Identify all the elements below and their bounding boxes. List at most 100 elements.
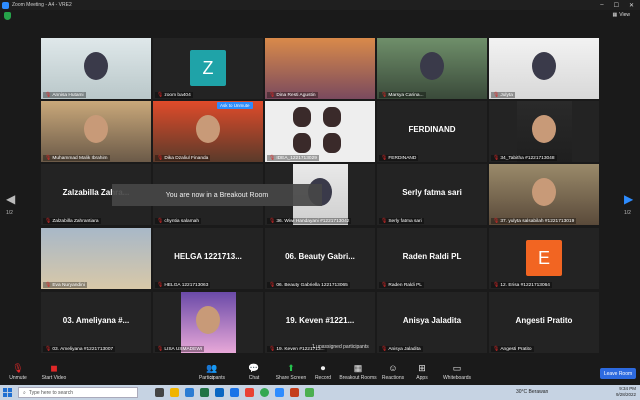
apps-button[interactable]: ⊞ Apps xyxy=(402,363,442,381)
app-green-icon[interactable] xyxy=(305,388,314,397)
participant-name-large: Angesti Pratito xyxy=(515,316,573,325)
leave-room-button[interactable]: Leave Room xyxy=(600,368,636,379)
participant-name: FERDINAND xyxy=(388,155,417,161)
maximize-icon[interactable]: ☐ xyxy=(614,2,619,9)
participant-name-label: 🎙 Muhammad Malik Ibrahim xyxy=(43,155,110,161)
apps-icon: ⊞ xyxy=(418,363,426,373)
participant-name-label: 🎙 HELGA 1221713063 xyxy=(155,282,211,288)
participant-name-large: 06. Beauty Gabri... xyxy=(285,252,355,261)
participant-name-large: 19. Keven #1221... xyxy=(285,316,355,325)
participant-tile[interactable]: 🎙 Dika Dzaliul Finanda xyxy=(153,101,263,162)
unmute-button[interactable]: 🎙 Unmute xyxy=(0,363,38,381)
participants-button[interactable]: 👥27 Participants xyxy=(192,363,232,381)
record-button[interactable]: ⏺ Record xyxy=(303,363,343,381)
chevron-left-icon: ◀ xyxy=(6,192,16,206)
next-page-button[interactable]: ▶ 1/2 xyxy=(624,190,636,216)
participant-name: 03. Ameliyana #1221713007 xyxy=(52,346,114,352)
participant-tile[interactable]: Anisya Jaladita 🎙 Anisya Jaladita xyxy=(377,292,487,353)
ask-to-unmute-button[interactable]: Ask to Unmute xyxy=(217,102,253,109)
participant-name-label: 🎙 chyntia salamah xyxy=(155,218,202,224)
participant-avatar: Z xyxy=(190,50,226,86)
participant-tile[interactable]: 06. Beauty Gabri... 🎙 06. Beauty Gabriella… xyxy=(265,228,375,289)
participant-tile[interactable]: 🎙 LISA USMADEWI xyxy=(153,292,263,353)
participant-name-label: 🎙 LISA USMADEWI xyxy=(155,346,205,352)
participant-name: 36. Wiwi Handayani #1221713042 xyxy=(276,218,350,224)
participant-name-large: 03. Ameliyana #... xyxy=(62,316,130,325)
muted-mic-icon: 🎙 xyxy=(45,92,52,98)
window-controls: – ☐ ✕ xyxy=(600,2,634,9)
security-shield-icon[interactable] xyxy=(4,12,11,20)
participant-tile[interactable]: 🎙 IDEA_1221713029 xyxy=(265,101,375,162)
powerpoint-icon[interactable] xyxy=(290,388,299,397)
participant-name: Dika Dzaliul Finanda xyxy=(164,155,209,161)
chat-button[interactable]: 💬 Chat xyxy=(234,363,274,381)
participant-video xyxy=(265,38,375,99)
muted-mic-icon: 🎙 xyxy=(381,92,388,98)
share-screen-icon: ⬆ xyxy=(287,363,295,373)
participant-tile[interactable]: Raden Raldi PL 🎙 Raden Raldi PL xyxy=(377,228,487,289)
app-red-icon[interactable] xyxy=(245,388,254,397)
excel-icon[interactable] xyxy=(200,388,209,397)
participant-tile[interactable]: Z 🎙 zoom ba404 xyxy=(153,38,263,99)
participant-tile[interactable]: 🎙 Dina Resti Agustin xyxy=(265,38,375,99)
start-video-button[interactable]: ◼ Start Video xyxy=(34,363,74,381)
participant-tile[interactable]: E 🎙 12. Erisa #1221713064 xyxy=(489,228,599,289)
close-icon[interactable]: ✕ xyxy=(629,2,634,9)
store-icon[interactable] xyxy=(215,388,224,397)
participant-face xyxy=(323,133,341,153)
reactions-icon: ☺ xyxy=(388,363,398,373)
meeting-toolbar: 🎙 Unmute ◼ Start Video 👥27 Participants … xyxy=(0,361,640,385)
title-bar: Zoom Meeting - A4 - VRE2 – ☐ ✕ xyxy=(0,0,640,10)
participant-name-label: 🎙 03. Ameliyana #1221713007 xyxy=(43,346,116,352)
participant-tile[interactable]: 🎙 37. yulyta salsabilah #1221713019 xyxy=(489,164,599,225)
file-explorer-icon[interactable] xyxy=(170,388,179,397)
muted-mic-icon: 🎙 xyxy=(157,92,164,98)
participant-face xyxy=(420,52,444,80)
task-view-icon[interactable] xyxy=(155,388,164,397)
muted-mic-icon: 🎙 xyxy=(493,346,500,352)
participant-name-label: 🎙 Zalzabilla Zahrantiara xyxy=(43,218,101,224)
participant-tile[interactable]: 🎙 Eva Nuryandini xyxy=(41,228,151,289)
participant-name: Marsya Carina... xyxy=(388,92,424,98)
chevron-right-icon: ▶ xyxy=(624,192,634,206)
participant-name: Eva Nuryandini xyxy=(52,282,85,288)
participant-tile[interactable]: Serly fatma sari 🎙 Serly fatma sari xyxy=(377,164,487,225)
participant-name-large: Anisya Jaladita xyxy=(402,316,462,325)
participant-tile[interactable]: 🎙 Marsya Carina... xyxy=(377,38,487,99)
edge-icon[interactable] xyxy=(230,388,239,397)
previous-page-button[interactable]: ◀ 1/2 xyxy=(6,190,18,216)
chrome-icon[interactable] xyxy=(260,388,269,397)
participant-tile[interactable]: 🎙 34_Tabitha #1221713048 xyxy=(489,101,599,162)
zoom-taskbar-icon[interactable] xyxy=(275,388,284,397)
weather-widget[interactable]: 30°C Berawan xyxy=(516,389,548,395)
muted-mic-icon: 🎙 xyxy=(269,282,276,288)
participant-tile[interactable]: 03. Ameliyana #... 🎙 03. Ameliyana #122171… xyxy=(41,292,151,353)
participant-tile[interactable]: FERDINAND 🎙 FERDINAND xyxy=(377,101,487,162)
word-icon[interactable] xyxy=(185,388,194,397)
participant-name-label: 🎙 Raden Raldi PL xyxy=(379,282,424,288)
participant-name: Angesti Pratito xyxy=(500,346,532,352)
system-clock[interactable]: 9:34 PM 9/28/2022 xyxy=(616,386,636,398)
clock-date: 9/28/2022 xyxy=(615,392,636,397)
participant-tile[interactable]: 🎙 Annisa Hutami xyxy=(41,38,151,99)
participant-tile[interactable]: 🎙 Muhammad Malik Ibrahim xyxy=(41,101,151,162)
unassigned-participants-notice: 1 unassigned participants xyxy=(312,344,369,350)
participant-tile[interactable]: Angesti Pratito 🎙 Angesti Pratito xyxy=(489,292,599,353)
minimize-icon[interactable]: – xyxy=(600,2,603,9)
windows-start-icon[interactable] xyxy=(3,388,12,397)
apps-label: Apps xyxy=(416,375,428,381)
participant-tile[interactable]: 🎙 Julyta xyxy=(489,38,599,99)
participant-name-label: 🎙 Anisya Jaladita xyxy=(379,346,423,352)
participant-name-label: 🎙 Dika Dzaliul Finanda xyxy=(155,155,211,161)
whiteboards-label: Whiteboards xyxy=(442,375,472,381)
participant-tile[interactable]: HELGA 1221713... 🎙 HELGA 1221713063 xyxy=(153,228,263,289)
participant-face xyxy=(84,52,108,80)
view-button[interactable]: ▦ View xyxy=(613,12,630,18)
muted-mic-icon: 🎙 xyxy=(157,155,164,161)
taskbar-search-input[interactable]: ⌕ Type here to search xyxy=(18,387,138,398)
muted-mic-icon: 🎙 xyxy=(493,92,500,98)
whiteboards-button[interactable]: ▭ Whiteboards xyxy=(437,363,477,381)
muted-mic-icon: 🎙 xyxy=(45,155,52,161)
participant-face xyxy=(532,52,556,80)
breakout-rooms-button[interactable]: ▦ Breakout Rooms xyxy=(339,363,377,381)
